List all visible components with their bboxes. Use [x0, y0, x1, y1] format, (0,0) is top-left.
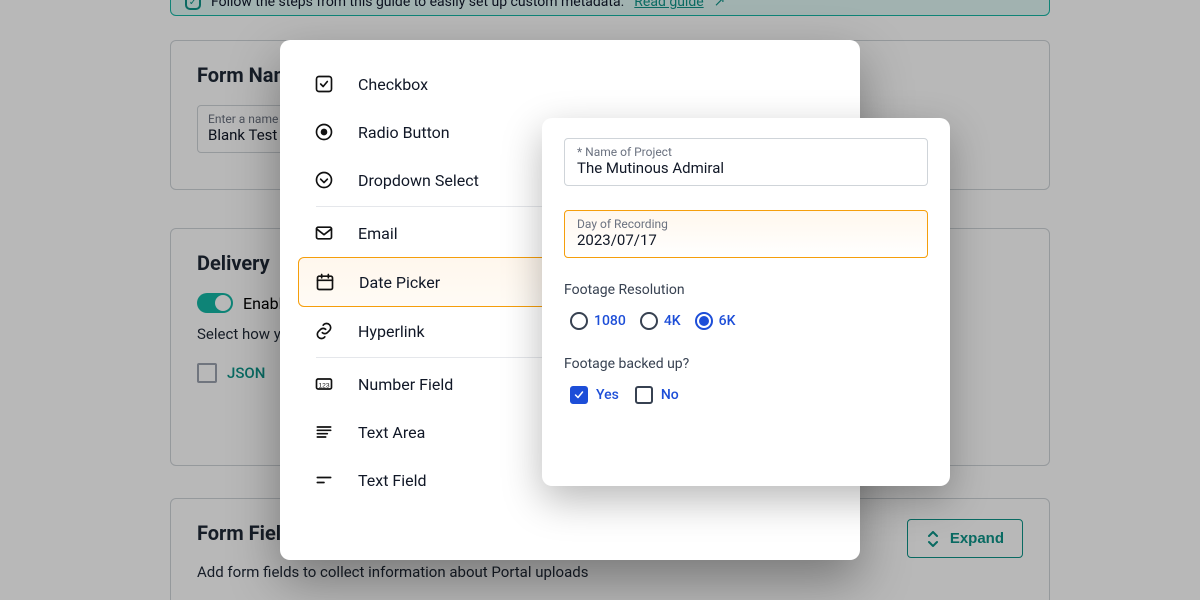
chevron-circle-icon: [314, 170, 334, 190]
field-type-label: Checkbox: [358, 75, 428, 94]
field-type-label: Email: [358, 224, 398, 243]
field-type-label: Radio Button: [358, 123, 450, 142]
recording-date-value: 2023/07/17: [577, 231, 915, 249]
checkbox-icon: [635, 386, 653, 404]
recording-date-field[interactable]: Day of Recording 2023/07/17: [564, 210, 928, 258]
resolution-option-4k[interactable]: 4K: [640, 312, 681, 330]
field-type-label: Number Field: [358, 375, 453, 394]
mail-icon: [314, 223, 334, 243]
radio-icon: [695, 312, 713, 330]
checkbox-icon: [314, 74, 334, 94]
field-type-checkbox[interactable]: Checkbox: [298, 60, 842, 108]
short-icon: [314, 470, 334, 490]
project-name-label: * Name of Project: [577, 145, 915, 159]
project-name-field[interactable]: * Name of Project The Mutinous Admiral: [564, 138, 928, 186]
backup-label: Footage backed up?: [564, 356, 928, 372]
radio-label: 4K: [664, 313, 681, 329]
resolution-option-6k[interactable]: 6K: [695, 312, 736, 330]
recording-date-label: Day of Recording: [577, 217, 915, 231]
radio-label: 6K: [719, 313, 736, 329]
field-type-label: Text Area: [358, 423, 425, 442]
project-name-value: The Mutinous Admiral: [577, 159, 915, 177]
radio-icon: [314, 122, 334, 142]
num-icon: 123: [314, 374, 334, 394]
backup-checkbox-group: Yes No: [564, 386, 928, 404]
resolution-option-1080[interactable]: 1080: [570, 312, 626, 330]
checkbox-icon: [570, 386, 588, 404]
checkbox-label: Yes: [596, 387, 619, 403]
field-type-label: Dropdown Select: [358, 171, 479, 190]
field-type-label: Date Picker: [359, 273, 440, 292]
radio-icon: [570, 312, 588, 330]
resolution-label: Footage Resolution: [564, 282, 928, 298]
form-preview-card: * Name of Project The Mutinous Admiral D…: [542, 118, 950, 486]
field-type-label: Hyperlink: [358, 322, 425, 341]
link-icon: [314, 321, 334, 341]
calendar-icon: [315, 272, 335, 292]
radio-icon: [640, 312, 658, 330]
backup-option-no[interactable]: No: [635, 386, 679, 404]
resolution-radio-group: 1080 4K 6K: [564, 312, 928, 330]
checkbox-label: No: [661, 387, 679, 403]
svg-text:123: 123: [318, 382, 329, 389]
radio-label: 1080: [594, 313, 626, 329]
backup-option-yes[interactable]: Yes: [570, 386, 619, 404]
lines-icon: [314, 422, 334, 442]
field-type-label: Text Field: [358, 471, 427, 490]
